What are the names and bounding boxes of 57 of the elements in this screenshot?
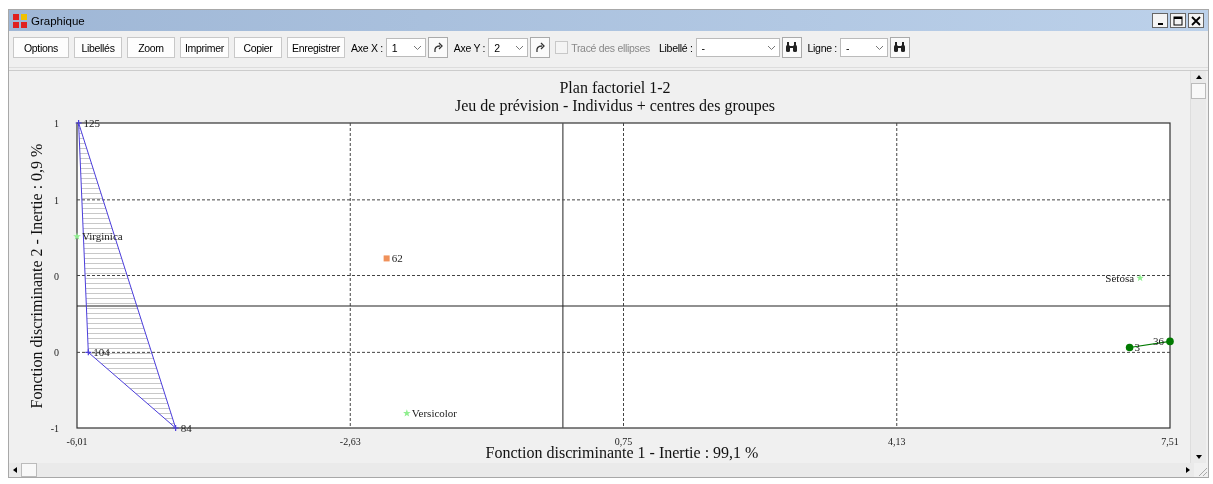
close-icon — [1191, 15, 1201, 26]
redo-icon — [534, 41, 547, 54]
redo-button[interactable] — [530, 37, 551, 58]
y-tick-label: 1 — [54, 118, 59, 129]
maximize-icon — [1173, 15, 1183, 26]
axis-y-label: Axe Y : — [453, 41, 486, 54]
x-tick-label: -6,01 — [66, 436, 88, 447]
label-search-label: Libellé : — [659, 41, 693, 54]
horizontal-scrollbar[interactable] — [9, 463, 1194, 477]
axis-x-label: Axe X : — [351, 41, 383, 54]
toolbar-button[interactable]: Options — [13, 37, 69, 58]
binoculars-button[interactable] — [781, 37, 802, 58]
maximize-button[interactable] — [1170, 13, 1186, 28]
vertical-scrollbar[interactable] — [1190, 71, 1206, 463]
binoculars-icon — [893, 42, 907, 53]
chart-subtitle: Jeu de prévision - Individus + centres des groupes — [454, 97, 776, 114]
x-tick-label: -2,63 — [339, 436, 361, 447]
x-tick-label: 7,51 — [1161, 436, 1179, 447]
toolbar-button[interactable]: Enregistrer — [287, 37, 346, 58]
x-tick-label: 4,13 — [888, 436, 906, 447]
point-label: 84 — [180, 422, 192, 434]
window-title: Graphique — [31, 14, 85, 27]
chart-title: Plan factoriel 1-2 — [559, 79, 671, 96]
toolbar-button[interactable]: Imprimer — [180, 37, 229, 58]
caret-icon — [515, 44, 525, 51]
label-select[interactable]: - — [695, 38, 780, 57]
redo-button[interactable] — [427, 37, 448, 58]
line-select[interactable]: - — [840, 38, 888, 57]
point-label: Versicolor — [411, 407, 458, 420]
minimize-button[interactable] — [1152, 13, 1168, 28]
y-tick-label: 0 — [54, 270, 59, 282]
y-axis-title: Fonction discriminante 2 - Inertie : 0,9 % — [28, 143, 45, 409]
scroll-thumb[interactable] — [1191, 83, 1206, 99]
axis-x-select[interactable]: 1 — [385, 38, 426, 57]
point-label: 62 — [391, 252, 403, 265]
toolbar-button[interactable]: Zoom — [127, 37, 175, 58]
app-icon — [13, 13, 27, 28]
line-search-label: Ligne : — [807, 41, 837, 54]
minimize-icon — [1157, 22, 1163, 25]
ellipses-label: Tracé des ellipses — [571, 41, 651, 54]
caret-icon — [766, 44, 776, 51]
y-tick-label: 0 — [54, 347, 59, 359]
axis-y-select[interactable]: 2 — [488, 38, 529, 57]
point-label: 3 — [1134, 341, 1141, 354]
caret-icon — [412, 44, 422, 51]
close-button[interactable] — [1188, 13, 1204, 28]
toolbar-button[interactable]: Copier — [234, 37, 282, 58]
x-tick-label: 0,75 — [614, 436, 633, 447]
binoculars-button[interactable] — [890, 37, 910, 58]
y-tick-label: 1 — [54, 194, 59, 206]
binoculars-icon — [785, 42, 799, 53]
caret-icon — [875, 44, 884, 51]
y-tick-label: -1 — [50, 423, 59, 434]
scroll-thumb[interactable] — [21, 463, 37, 477]
redo-icon — [431, 41, 444, 54]
toolbar-button[interactable]: Libellés — [74, 37, 122, 58]
point-label: 125 — [83, 117, 101, 129]
